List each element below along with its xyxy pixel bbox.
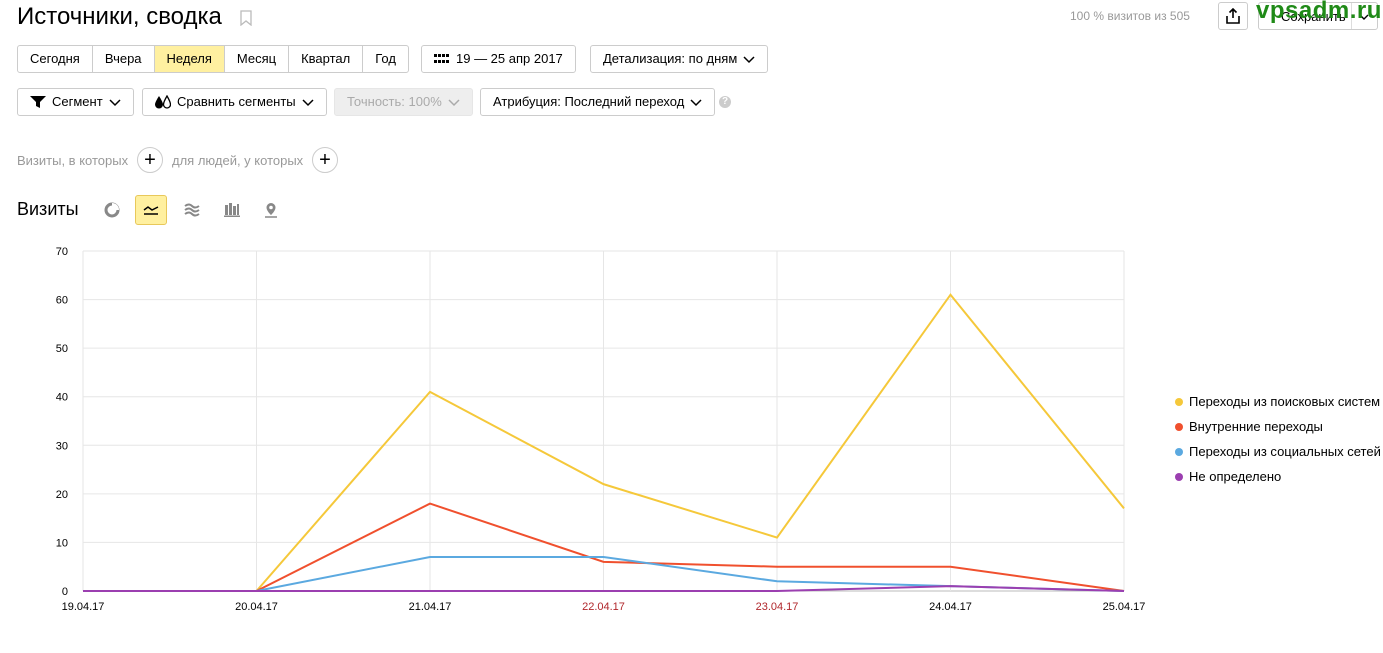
plus-icon: + — [319, 149, 331, 171]
legend-label: Не определено — [1189, 469, 1282, 484]
x-tick-label: 19.04.17 — [62, 601, 105, 613]
period-month[interactable]: Месяц — [225, 46, 290, 72]
bar-chart-icon — [224, 203, 240, 217]
watermark: vpsadm.ru — [1256, 0, 1382, 24]
legend-item[interactable]: Не определено — [1175, 464, 1381, 489]
chevron-down-icon — [448, 99, 460, 107]
period-yesterday[interactable]: Вчера — [93, 46, 155, 72]
line-chart-icon — [143, 206, 159, 215]
legend-dot — [1175, 397, 1183, 406]
view-line-button[interactable] — [135, 195, 167, 225]
y-tick-label: 60 — [56, 295, 68, 307]
view-map-button[interactable] — [255, 195, 287, 225]
segment-button[interactable]: Сегмент — [17, 88, 134, 116]
line-chart: 0 10 20 30 40 50 60 70 19.04.17 20.04.17 21.04.17… — [56, 246, 1146, 613]
legend-label: Внутренние переходы — [1189, 419, 1323, 434]
area-chart-icon — [184, 203, 200, 217]
visits-condition-label: Визиты, в которых — [17, 153, 129, 168]
y-tick-label: 20 — [56, 489, 68, 501]
accuracy-dropdown[interactable]: Точность: 100% — [334, 88, 473, 116]
accuracy-label: Точность: 100% — [347, 94, 442, 109]
period-today[interactable]: Сегодня — [18, 46, 93, 72]
drops-icon — [155, 95, 171, 109]
x-tick-label: 25.04.17 — [1103, 601, 1146, 613]
help-icon[interactable]: ? — [719, 96, 731, 108]
compare-segments-button[interactable]: Сравнить сегменты — [142, 88, 327, 116]
x-tick-label: 23.04.17 — [756, 601, 799, 613]
y-tick-label: 50 — [56, 343, 68, 355]
chevron-down-icon — [109, 99, 121, 107]
period-year[interactable]: Год — [363, 46, 408, 72]
x-tick-label: 21.04.17 — [409, 601, 452, 613]
people-condition-label: для людей, у которых — [172, 153, 304, 168]
visits-info: 100 % визитов из 505 — [1070, 9, 1190, 23]
period-selector: Сегодня Вчера Неделя Месяц Квартал Год — [17, 45, 409, 73]
filter-icon — [30, 96, 46, 108]
map-icon — [265, 203, 277, 218]
chevron-down-icon — [690, 99, 702, 107]
legend-dot — [1175, 447, 1183, 456]
chevron-down-icon — [302, 99, 314, 107]
chart-section-title: Визиты — [17, 199, 79, 219]
legend-label: Переходы из поисковых систем — [1189, 394, 1381, 409]
segment-label: Сегмент — [52, 94, 103, 109]
y-tick-label: 40 — [56, 392, 68, 404]
pie-chart-icon — [104, 202, 120, 218]
x-tick-label: 22.04.17 — [582, 601, 625, 613]
bookmark-icon[interactable] — [240, 10, 252, 27]
view-area-button[interactable] — [176, 195, 208, 225]
attribution-label: Атрибуция: Последний переход — [493, 94, 685, 109]
legend-item[interactable]: Переходы из поисковых систем — [1175, 389, 1381, 414]
legend-dot — [1175, 472, 1183, 481]
view-pie-button[interactable] — [96, 195, 128, 225]
add-visit-condition-button[interactable]: + — [137, 147, 163, 173]
x-tick-label: 20.04.17 — [235, 601, 278, 613]
add-people-condition-button[interactable]: + — [312, 147, 338, 173]
chart-legend: Переходы из поисковых систем Внутренние … — [1175, 389, 1381, 489]
share-icon — [1226, 8, 1240, 24]
calendar-icon — [434, 54, 449, 63]
legend-label: Переходы из социальных сетей — [1189, 444, 1381, 459]
attribution-dropdown[interactable]: Атрибуция: Последний переход — [480, 88, 716, 116]
period-week[interactable]: Неделя — [154, 46, 225, 72]
detail-label: Детализация: по дням — [603, 51, 738, 66]
y-tick-label: 10 — [56, 537, 68, 549]
date-range-button[interactable]: 19 — 25 апр 2017 — [421, 45, 576, 73]
legend-item[interactable]: Переходы из социальных сетей — [1175, 439, 1381, 464]
detail-dropdown[interactable]: Детализация: по дням — [590, 45, 769, 73]
date-range-label: 19 — 25 апр 2017 — [456, 51, 563, 66]
y-tick-label: 0 — [62, 586, 68, 598]
y-tick-label: 30 — [56, 440, 68, 452]
legend-item[interactable]: Внутренние переходы — [1175, 414, 1381, 439]
legend-dot — [1175, 422, 1183, 431]
y-tick-label: 70 — [56, 246, 68, 258]
page-title: Источники, сводка — [17, 3, 222, 30]
period-quarter[interactable]: Квартал — [289, 46, 364, 72]
compare-label: Сравнить сегменты — [177, 94, 296, 109]
chevron-down-icon — [743, 56, 755, 64]
share-button[interactable] — [1218, 2, 1248, 30]
plus-icon: + — [144, 149, 156, 171]
view-bar-button[interactable] — [216, 195, 248, 225]
x-tick-label: 24.04.17 — [929, 601, 972, 613]
